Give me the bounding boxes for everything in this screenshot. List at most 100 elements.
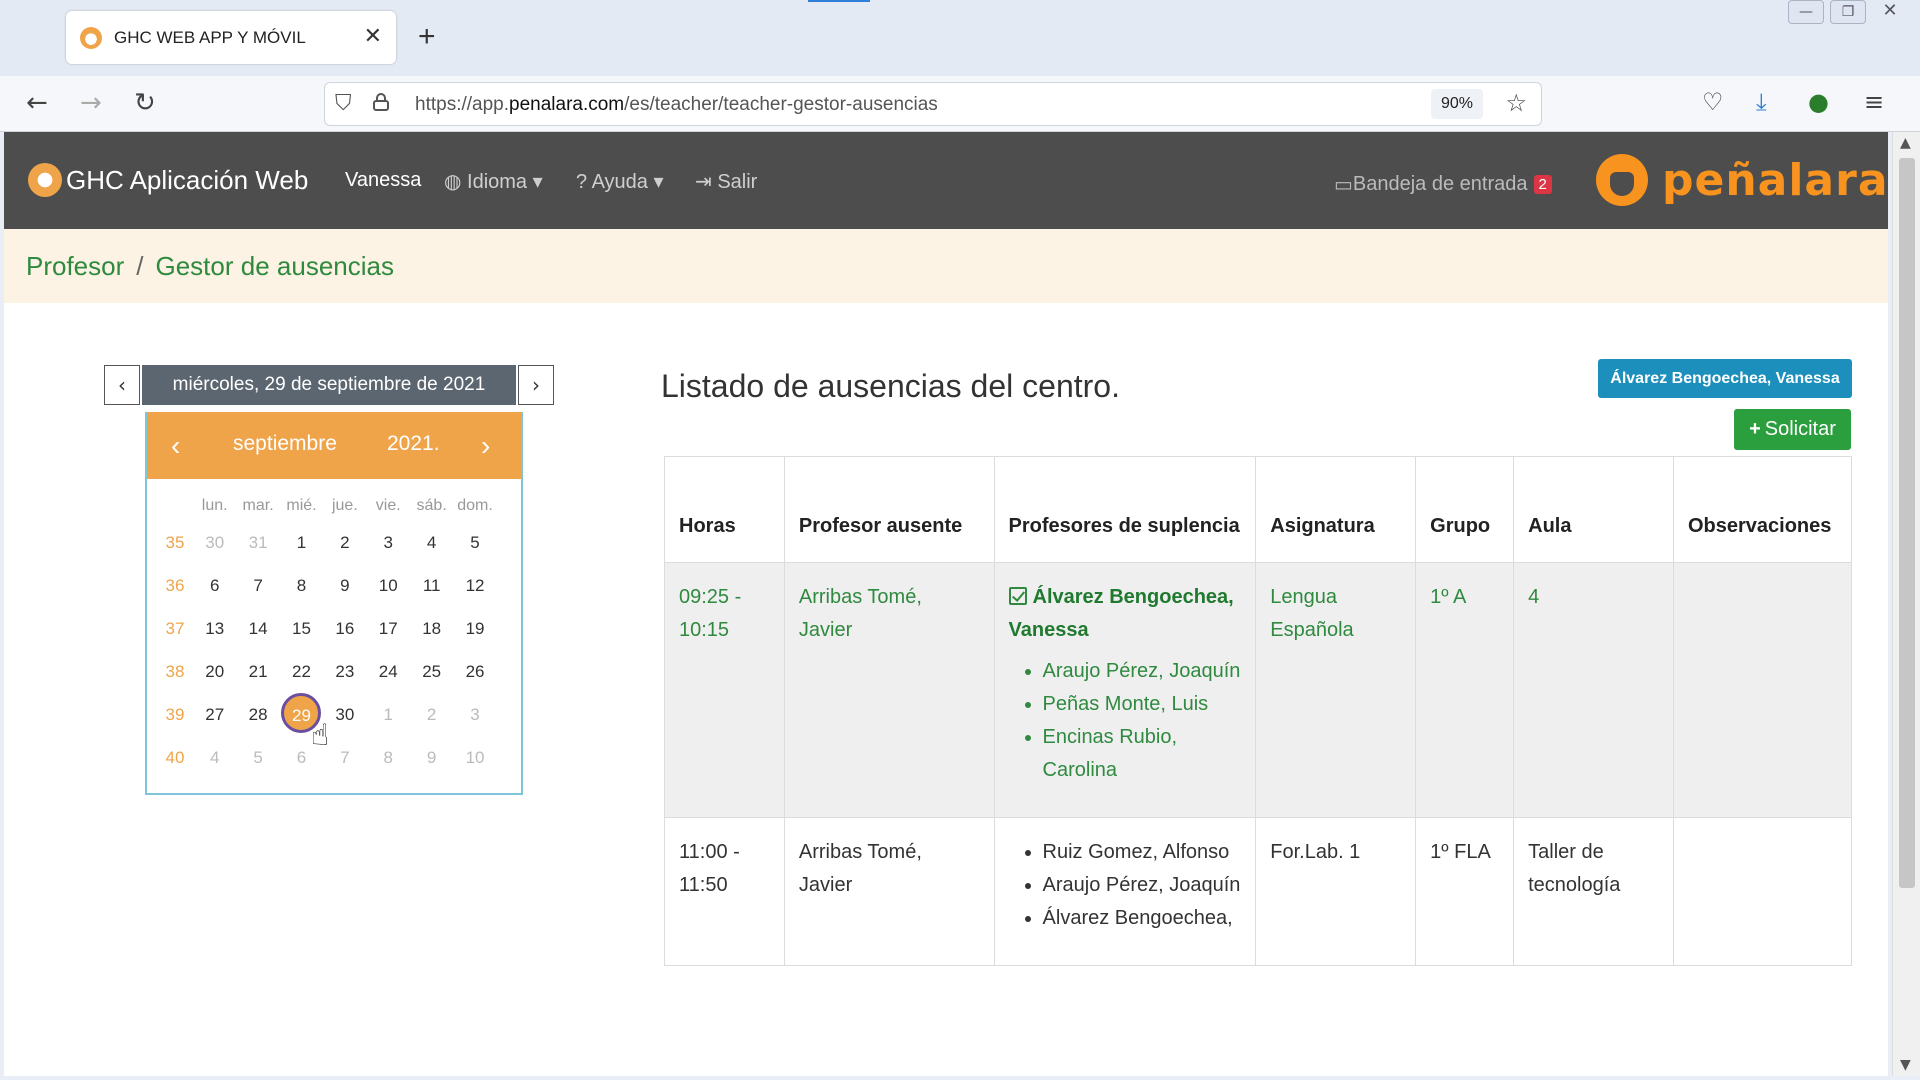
tab-close-icon[interactable]: ✕ — [364, 24, 382, 49]
globe-icon: ◍ — [444, 171, 468, 193]
new-tab-button[interactable]: + — [418, 20, 436, 54]
calendar-day[interactable]: 13 — [193, 607, 236, 650]
breadcrumb-item[interactable]: Gestor de ausencias — [156, 251, 394, 282]
window-close-button[interactable]: ✕ — [1872, 0, 1908, 24]
calendar-day[interactable]: 6 — [193, 564, 236, 607]
calendar-day[interactable]: 18 — [410, 607, 453, 650]
calendar-day[interactable]: 26 — [453, 650, 496, 693]
calendar-day[interactable]: 22 — [280, 650, 323, 693]
next-month-icon[interactable]: › — [481, 430, 490, 462]
calendar-day[interactable]: 10 — [453, 736, 496, 779]
logout-link[interactable]: ⇥ Salir — [695, 169, 757, 194]
user-menu[interactable]: Vanessa — [345, 169, 421, 192]
calendar-day[interactable]: 3 — [453, 693, 496, 736]
calendar-day[interactable]: 1 — [367, 693, 410, 736]
breadcrumb-item[interactable]: Profesor — [26, 251, 124, 282]
calendar-day[interactable]: 16 — [323, 607, 366, 650]
calendar-day[interactable]: 4 — [193, 736, 236, 779]
substitute-item[interactable]: Peñas Monte, Luis — [1043, 688, 1242, 721]
calendar-day[interactable]: 11 — [410, 564, 453, 607]
download-icon[interactable]: ⤓ — [1756, 88, 1767, 116]
calendar-day[interactable]: 25 — [410, 650, 453, 693]
request-button[interactable]: + Solicitar — [1734, 409, 1851, 450]
substitute-item[interactable]: Álvarez Bengoechea, — [1043, 902, 1242, 935]
user-button[interactable]: Álvarez Bengoechea, Vanessa — [1598, 359, 1852, 398]
weekday-header: vie. — [375, 497, 401, 514]
calendar-day[interactable]: 5 — [236, 736, 279, 779]
next-day-button[interactable]: › — [518, 365, 554, 405]
calendar-day[interactable]: 24 — [367, 650, 410, 693]
calendar-day[interactable]: 4 — [410, 521, 453, 564]
calendar-day[interactable]: 20 — [193, 650, 236, 693]
calendar-day[interactable]: 7 — [236, 564, 279, 607]
scrollbar-thumb[interactable] — [1899, 158, 1915, 888]
reload-icon[interactable]: ↻ — [134, 88, 156, 118]
browser-tab[interactable]: GHC WEB APP Y MÓVIL ✕ — [66, 11, 396, 64]
extension-icon[interactable]: ● — [1808, 88, 1829, 116]
calendar-day[interactable]: 8 — [280, 564, 323, 607]
calendar-day[interactable]: 28 — [236, 693, 279, 736]
calendar-day[interactable]: 10 — [367, 564, 410, 607]
table-row[interactable]: 11:00 - 11:50 Arribas Tomé, Javier Ruiz … — [664, 817, 1853, 966]
week-number: 35 — [165, 533, 185, 552]
restore-button[interactable]: ❐ — [1830, 0, 1866, 24]
inbox-link[interactable]: ▭ Bandeja de entrada 2 — [1334, 172, 1552, 197]
calendar-day[interactable]: 19 — [453, 607, 496, 650]
calendar-day[interactable]: 14 — [236, 607, 279, 650]
app-brand[interactable]: GHC Aplicación Web — [28, 163, 308, 197]
calendar-day[interactable]: 9 — [410, 736, 453, 779]
calendar-day[interactable]: 2 — [323, 521, 366, 564]
calendar-day[interactable]: 17 — [367, 607, 410, 650]
language-menu[interactable]: ◍ Idioma ▾ — [444, 169, 543, 194]
substitute-item[interactable]: Araujo Pérez, Joaquín — [1043, 869, 1242, 902]
forward-icon[interactable]: → — [80, 88, 102, 118]
scroll-up-icon[interactable]: ▲ — [1900, 135, 1911, 151]
table-row[interactable]: 09:25 - 10:15 Arribas Tomé, Javier Álvar… — [664, 562, 1853, 818]
calendar-day[interactable]: 12 — [453, 564, 496, 607]
calendar-day[interactable]: 1 — [280, 521, 323, 564]
calendar-day[interactable]: 30 — [323, 693, 366, 736]
table-header-row: Horas Profesor ausente Profesores de sup… — [664, 456, 1853, 563]
calendar-day[interactable]: 30 — [193, 521, 236, 564]
calendar-day[interactable]: 5 — [453, 521, 496, 564]
calendar-year[interactable]: 2021. — [387, 432, 440, 456]
lock-icon[interactable] — [373, 93, 389, 111]
calendar-day[interactable]: 8 — [367, 736, 410, 779]
substitute-item[interactable]: Araujo Pérez, Joaquín — [1043, 655, 1242, 688]
calendar-day[interactable]: 23 — [323, 650, 366, 693]
calendar-month[interactable]: septiembre — [233, 432, 337, 456]
pocket-icon[interactable]: ♡ — [1702, 88, 1724, 116]
url-text[interactable]: https://app.penalara.com/es/teacher/teac… — [415, 94, 938, 116]
inbox-count-badge: 2 — [1533, 175, 1552, 194]
room-cell: Taller de tecnología — [1513, 817, 1674, 966]
bookmark-star-icon[interactable]: ☆ — [1505, 89, 1527, 117]
calendar-day[interactable]: 3 — [367, 521, 410, 564]
previous-month-icon[interactable]: ‹ — [171, 430, 180, 462]
calendar-day[interactable]: 9 — [323, 564, 366, 607]
zoom-level[interactable]: 90% — [1431, 89, 1483, 119]
address-bar[interactable]: ⛉ https://app.penalara.com/es/teacher/te… — [324, 82, 1542, 126]
calendar-day[interactable]: 27 — [193, 693, 236, 736]
calendar-day[interactable]: 7 — [323, 736, 366, 779]
calendar-dropdown: ‹ septiembre 2021. › lun. mar. mié. jue. vie… — [145, 412, 523, 795]
week-number: 38 — [165, 662, 185, 681]
calendar-day[interactable]: 15 — [280, 607, 323, 650]
help-menu[interactable]: ? Ayuda ▾ — [576, 169, 664, 194]
page-scrollbar[interactable]: ▲ ▼ — [1892, 132, 1920, 1076]
checkbox-checked-icon[interactable] — [1008, 587, 1027, 605]
calendar-day[interactable]: 31 — [236, 521, 279, 564]
weekday-header: mié. — [286, 497, 317, 514]
calendar-day[interactable]: 2 — [410, 693, 453, 736]
weekday-header: jue. — [331, 497, 358, 514]
calendar-day[interactable]: 21 — [236, 650, 279, 693]
previous-day-button[interactable]: ‹ — [104, 365, 140, 405]
current-date-display[interactable]: miércoles, 29 de septiembre de 2021 — [142, 365, 516, 405]
back-icon[interactable]: ← — [26, 88, 48, 118]
shield-icon[interactable]: ⛉ — [335, 91, 352, 116]
scroll-down-icon[interactable]: ▼ — [1900, 1057, 1911, 1073]
menu-icon[interactable]: ≡ — [1864, 88, 1884, 116]
substitute-item[interactable]: Ruiz Gomez, Alfonso — [1043, 836, 1242, 869]
substitute-item[interactable]: Encinas Rubio, Carolina — [1043, 721, 1242, 787]
minimize-button[interactable]: — — [1788, 0, 1824, 24]
assigned-substitute[interactable]: Álvarez Bengoechea, Vanessa — [1008, 581, 1242, 647]
